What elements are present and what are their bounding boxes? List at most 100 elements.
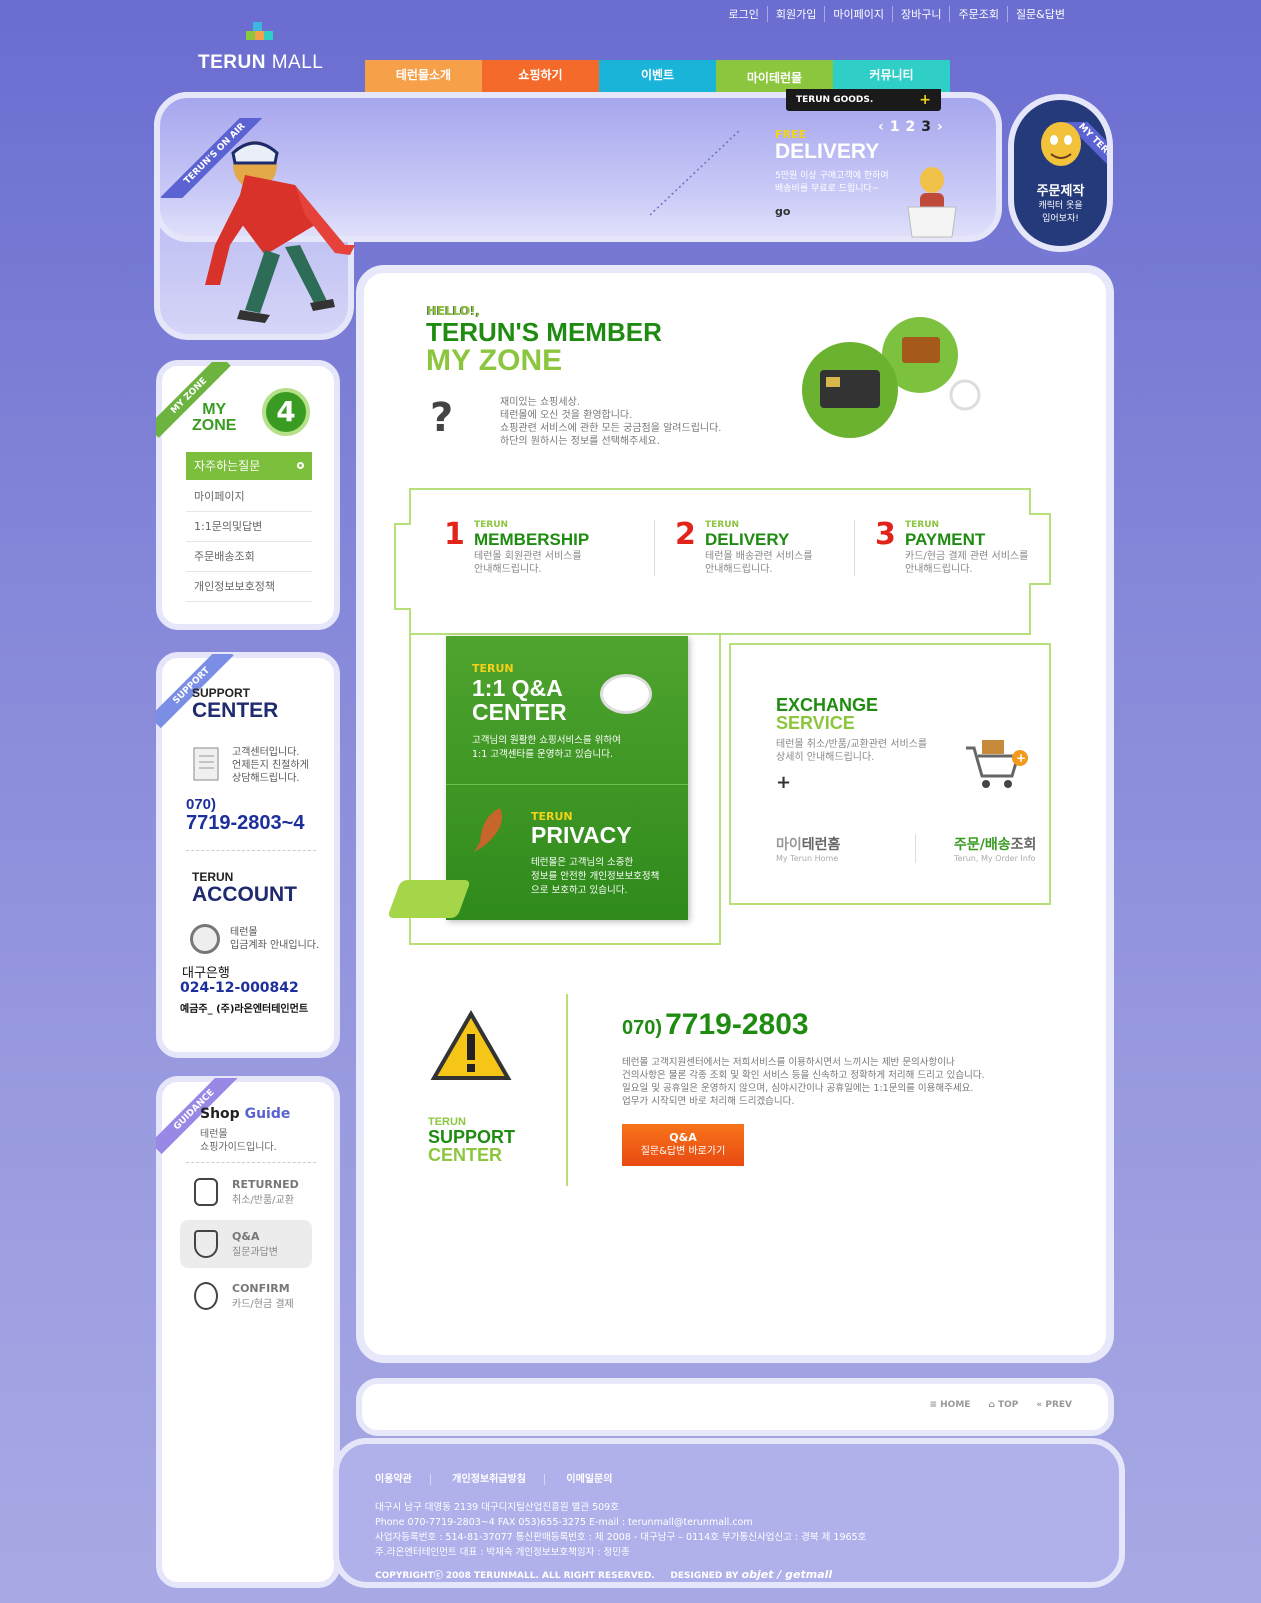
banner-next-button[interactable]: › <box>937 119 943 135</box>
main-intro-line3: 쇼핑관련 서비스에 관한 모든 궁금점을 알려드립니다. <box>500 423 722 434</box>
join-link[interactable]: 회원가입 <box>766 6 824 22</box>
logo[interactable]: TERUN MALL <box>198 22 328 74</box>
myzone-active-item[interactable]: 자주하는질문 <box>186 452 312 480</box>
myzone-menu-order[interactable]: 주문배송조회 <box>186 542 312 572</box>
myzone-menu-mypage[interactable]: 마이페이지 <box>186 482 312 512</box>
terun-goods-bar[interactable]: TERUN GOODS. + <box>786 89 941 111</box>
banner-page-3[interactable]: 3 <box>921 119 931 135</box>
top-link-label: TOP <box>998 1400 1019 1410</box>
guide-confirm-title: CONFIRM <box>232 1282 290 1295</box>
bullet-icon <box>297 462 304 469</box>
banner-desc-line1: 5만원 이상 구매고객에 한하여 <box>775 171 889 181</box>
guide-returned-desc: 취소/반품/교환 <box>232 1195 294 1206</box>
order-link[interactable]: 주문조회 <box>949 6 1006 22</box>
quick-links: 마이테런홈 My Terun Home 주문/배송조회 Terun, My Or… <box>776 834 1036 863</box>
banner-go-link[interactable]: go <box>775 205 790 218</box>
login-link[interactable]: 로그인 <box>721 6 767 22</box>
nav-tab-community[interactable]: 커뮤니티 <box>833 60 950 92</box>
guide-item-confirm[interactable]: CONFIRM 카드/현금 결제 <box>180 1272 312 1320</box>
banner-page-2[interactable]: 2 <box>906 119 916 135</box>
guide-qa-desc: 질문과답변 <box>232 1247 278 1258</box>
bottom-nav-links: ≡ HOME ⌂ TOP « PREV <box>929 1400 1072 1410</box>
qa-center-card[interactable]: TERUN 1:1 Q&A CENTER 고객님의 원활한 쇼핑서비스를 위하여… <box>446 636 688 784</box>
guide-returned-title: RETURNED <box>232 1178 299 1191</box>
cart-link[interactable]: 장바구니 <box>891 6 949 22</box>
footer-email-link[interactable]: 이메일문의 <box>566 1474 630 1485</box>
privacy-desc: 테런몰은 고객님의 소중한 정보를 안전한 개인정보보호정책 으로 보호하고 있… <box>531 856 659 898</box>
privacy-desc-line2: 정보를 안전한 개인정보보호정책 <box>531 871 660 882</box>
qna-link[interactable]: 질문&답변 <box>1006 6 1073 22</box>
myzone-menu-inquiry[interactable]: 1:1문의및답변 <box>186 512 312 542</box>
support-side-tel: 070) 7719-2803~4 <box>186 796 304 833</box>
banner-page-1[interactable]: 1 <box>890 119 900 135</box>
my-terun-home-link[interactable]: 마이테런홈 My Terun Home <box>776 834 916 863</box>
support-desc: 테런몰 고객지원센터에서는 저희서비스를 이용하시면서 느끼시는 제반 문의사항… <box>622 1056 985 1108</box>
shop-guide-title-2: Guide <box>244 1106 291 1122</box>
guide-item-qa[interactable]: Q&A 질문과답변 <box>180 1220 312 1268</box>
money-bag-icon <box>194 1282 218 1310</box>
top-links: 로그인 회원가입 마이페이지 장바구니 주문조회 질문&답변 <box>721 6 1074 22</box>
nav-tab-intro[interactable]: 테런몰소개 <box>365 60 482 92</box>
gears-illustration <box>802 317 981 438</box>
service-membership-desc1: 테런몰 회원관련 서비스를 <box>474 551 582 562</box>
qa-shortcut-label: 질문&답변 바로가기 <box>640 1146 726 1157</box>
watch-icon <box>194 1178 218 1206</box>
sparkle-decoration <box>650 129 741 216</box>
support-desc-line3: 일요일 및 공휴일은 운영하지 않으며, 심야시간이나 공휴일에는 1:1문의를… <box>622 1083 974 1094</box>
prev-link-label: PREV <box>1045 1400 1072 1410</box>
character-illustration <box>205 141 355 323</box>
main-intro: 재미있는 쇼핑세상. 테런몰에 오신 것을 환영합니다. 쇼핑관련 서비스에 관… <box>500 396 721 448</box>
guide-item-returned[interactable]: RETURNED 취소/반품/교환 <box>180 1168 312 1216</box>
footer-privacy-link[interactable]: 개인정보취급방침 <box>452 1474 545 1485</box>
my-terun-panel[interactable]: MY TERUN 주문제작 캐릭터 옷을 입어보자! <box>1008 94 1113 252</box>
myzone-side-panel: MY ZONE MY ZONE 4 자주하는질문 마이페이지 1:1문의및답변 … <box>156 360 340 630</box>
service-membership[interactable]: 1 TERUN MEMBERSHIP 테런몰 회원관련 서비스를 안내해드립니다… <box>444 520 654 576</box>
myzone-menu-privacy[interactable]: 개인정보보호정책 <box>186 572 312 602</box>
shop-guide-desc-line1: 테런몰 <box>200 1129 228 1140</box>
order-info-link[interactable]: 주문/배송조회 Terun, My Order Info <box>916 834 1036 863</box>
service-payment-num: 3 <box>875 517 896 552</box>
myzone-number-badge: 4 <box>262 388 310 436</box>
main-intro-line4: 하단의 원하시는 정보를 선택해주세요. <box>500 436 660 447</box>
support-center-t2: CENTER <box>428 1145 503 1165</box>
footer-copyright-row: COPYRIGHTⓒ 2008 TERUNMALL. ALL RIGHT RES… <box>375 1568 832 1581</box>
privacy-card[interactable]: TERUN PRIVACY 테런몰은 고객님의 소중한 정보를 안전한 개인정보… <box>446 786 688 920</box>
nav-tab-shopping[interactable]: 쇼핑하기 <box>482 60 599 92</box>
top-link[interactable]: ⌂ TOP <box>988 1400 1018 1410</box>
pen-nib-icon <box>194 1230 218 1258</box>
support-side-tel-number: 7719-2803~4 <box>186 812 305 834</box>
footer-terms-link[interactable]: 이용약관 <box>375 1474 431 1485</box>
exchange-plus-icon[interactable]: + <box>776 772 927 793</box>
banner-prev-button[interactable]: ‹ <box>878 119 884 135</box>
exchange-service[interactable]: EXCHANGE SERVICE 테런몰 취소/반품/교환관련 서비스를 상세히… <box>776 696 927 793</box>
qa-shortcut-button[interactable]: Q&A 질문&답변 바로가기 <box>622 1124 744 1166</box>
service-payment-small: TERUN <box>905 520 940 530</box>
footer-copyright: COPYRIGHTⓒ 2008 TERUNMALL. ALL RIGHT RES… <box>375 1571 655 1581</box>
support-side-title-2: CENTER <box>192 699 279 722</box>
mypage-link[interactable]: 마이페이지 <box>824 6 892 22</box>
service-delivery-desc2: 안내해드립니다. <box>705 564 773 575</box>
service-membership-desc2: 안내해드립니다. <box>474 564 542 575</box>
support-divider <box>186 850 316 851</box>
account-side-desc: 테런몰 입금계좌 안내입니다. <box>230 926 319 952</box>
service-membership-title: MEMBERSHIP <box>474 530 590 549</box>
support-side-desc-line2: 언제든지 친절하게 <box>232 760 309 771</box>
green-info-box: TERUN 1:1 Q&A CENTER 고객님의 원활한 쇼핑서비스를 위하여… <box>446 636 688 920</box>
exchange-title-2: SERVICE <box>776 713 855 733</box>
nav-tab-event[interactable]: 이벤트 <box>599 60 716 92</box>
support-desc-line1: 테런몰 고객지원센터에서는 저희서비스를 이용하시면서 느끼시는 제반 문의사항… <box>622 1057 955 1068</box>
main-hello-overlay: HELLO!, <box>427 304 481 318</box>
question-mark-icon: ? <box>430 395 454 441</box>
home-link[interactable]: ≡ HOME <box>929 1400 970 1410</box>
prev-link[interactable]: « PREV <box>1036 1400 1072 1410</box>
qa-desc-line2: 1:1 고객센타를 운영하고 있습니다. <box>472 749 613 760</box>
service-delivery[interactable]: 2 TERUN DELIVERY 테런몰 배송관련 서비스를 안내해드립니다. <box>654 520 854 576</box>
bottom-nav-panel: ≡ HOME ⌂ TOP « PREV <box>356 1378 1114 1436</box>
account-side-title: TERUN ACCOUNT <box>192 870 297 905</box>
support-phone-prefix: 070) <box>622 1017 663 1039</box>
account-side-desc-line1: 테런몰 <box>230 927 258 938</box>
privacy-desc-line1: 테런몰은 고객님의 소중한 <box>531 857 634 868</box>
service-payment[interactable]: 3 TERUN PAYMENT 카드/현금 결제 관련 서비스를 안내해드립니다… <box>854 520 1054 576</box>
nav-tab-myterunmall[interactable]: 마이테런몰 <box>716 60 833 92</box>
support-phone-number: 7719-2803 <box>665 1008 809 1041</box>
